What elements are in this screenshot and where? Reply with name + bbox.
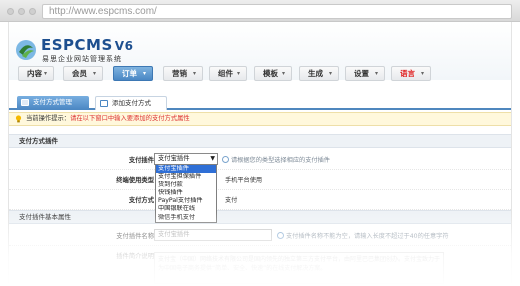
dropdown-option[interactable]: 快钱插件: [156, 189, 216, 197]
document-icon: [100, 100, 108, 107]
method-text: 支付: [225, 197, 238, 204]
chevron-down-icon: ▾: [281, 70, 285, 77]
chevron-down-icon: ▾: [92, 70, 96, 77]
nav-templates[interactable]: 模板 ▾: [254, 66, 292, 81]
terminal-text: 手机平台使用: [225, 177, 263, 184]
chevron-down-icon: ▾: [192, 70, 196, 77]
list-icon: [21, 99, 29, 106]
lightbulb-icon: [15, 115, 22, 123]
info-icon: [277, 232, 284, 239]
form-row-description: 插件简介说明 支付宝（中国）网络技术有限公司是国内领先的独立第三方支付平台，由阿…: [9, 246, 511, 286]
tab-payment-management[interactable]: 支付方式管理: [17, 96, 89, 110]
name-label: 支付插件名称: [116, 233, 154, 240]
window-minimize-dot[interactable]: [18, 8, 25, 15]
chevron-down-icon: ▾: [236, 70, 240, 77]
section-payment-plugin: 支付方式插件: [9, 134, 511, 148]
dropdown-option[interactable]: 货到付款: [156, 181, 216, 189]
dropdown-option[interactable]: 支付宝插件: [156, 165, 216, 174]
chevron-down-icon: ▾: [420, 70, 424, 77]
chevron-down-icon: ▾: [43, 70, 47, 77]
plugin-dropdown-list[interactable]: 支付宝插件 支付宝担保插件 货到付款 快钱插件 PayPal支付插件 中国银联在…: [155, 164, 217, 223]
dropdown-option[interactable]: 微信手机支付: [156, 214, 216, 222]
chevron-down-icon: ▾: [142, 70, 146, 77]
nav-settings[interactable]: 设置 ▾: [345, 66, 385, 81]
terminal-label: 终端使用类型: [116, 177, 154, 184]
tip-text: 请在以下窗口中输入要添加的支付方式属性: [70, 115, 190, 122]
nav-orders[interactable]: 订单 ▾: [113, 66, 153, 81]
dropdown-option[interactable]: PayPal支付插件: [156, 197, 216, 205]
form-row-terminal: 终端使用类型 手机平台使用: [9, 170, 511, 190]
address-bar[interactable]: http://www.espcms.com/: [42, 4, 512, 19]
nav-members[interactable]: 会员 ▾: [63, 66, 103, 81]
info-icon: [222, 156, 229, 163]
plugin-hint: 请根据您的类型选择相应的支付插件: [222, 155, 330, 164]
name-hint: 支付插件名称不能为空，请输入长度不超过于40的任意字符: [277, 231, 449, 240]
nav-content[interactable]: 内容 ▾: [18, 66, 54, 81]
tip-label: 当前操作提示：: [26, 115, 71, 122]
description-textarea[interactable]: 支付宝（中国）网络技术有限公司是国内领先的独立第三方支付平台，由阿里巴巴集团创办…: [154, 252, 444, 284]
chevron-down-icon: ▾: [374, 70, 378, 77]
method-label: 支付方式: [128, 197, 154, 204]
nav-language[interactable]: 语言 ▾: [391, 66, 431, 81]
dropdown-option[interactable]: 支付宝担保插件: [156, 173, 216, 181]
operation-tip: 当前操作提示：请在以下窗口中输入要添加的支付方式属性: [9, 112, 511, 126]
logo-icon: [16, 40, 36, 60]
dropdown-option[interactable]: 中国银联在线: [156, 205, 216, 213]
tab-add-payment[interactable]: 添加支付方式: [95, 96, 167, 110]
form-row-plugin: 支付插件 支付宝插件 ▼ 请根据您的类型选择相应的支付插件: [9, 150, 511, 170]
logo-subtitle: 易思企业网站管理系统: [42, 55, 122, 63]
section-basic-attributes: 支付插件基本属性: [9, 210, 511, 224]
logo: ESPCMS V6: [41, 36, 134, 54]
window-close-dot[interactable]: [7, 8, 14, 15]
form-row-method: 支付方式 支付: [9, 190, 511, 210]
browser-toolbar: http://www.espcms.com/: [0, 0, 520, 22]
nav-marketing[interactable]: 营销 ▾: [163, 66, 203, 81]
form-row-name: 支付插件名称 支付宝插件 支付插件名称不能为空，请输入长度不超过于40的任意字符: [9, 226, 511, 246]
plugin-label: 支付插件: [128, 157, 154, 164]
nav-generate[interactable]: 生成 ▾: [299, 66, 339, 81]
nav-components[interactable]: 组件 ▾: [209, 66, 247, 81]
tab-bar: 支付方式管理 添加支付方式: [9, 94, 511, 110]
description-label: 插件简介说明: [116, 253, 154, 260]
chevron-down-icon: ▾: [328, 70, 332, 77]
window-maximize-dot[interactable]: [29, 8, 36, 15]
chevron-down-icon: ▼: [210, 155, 215, 162]
page: ESPCMS V6 易思企业网站管理系统 内容 ▾ 会员 ▾ 订单 ▾ 营销 ▾ 组件 ▾ …: [8, 22, 512, 286]
plugin-name-input[interactable]: 支付宝插件: [154, 229, 272, 241]
